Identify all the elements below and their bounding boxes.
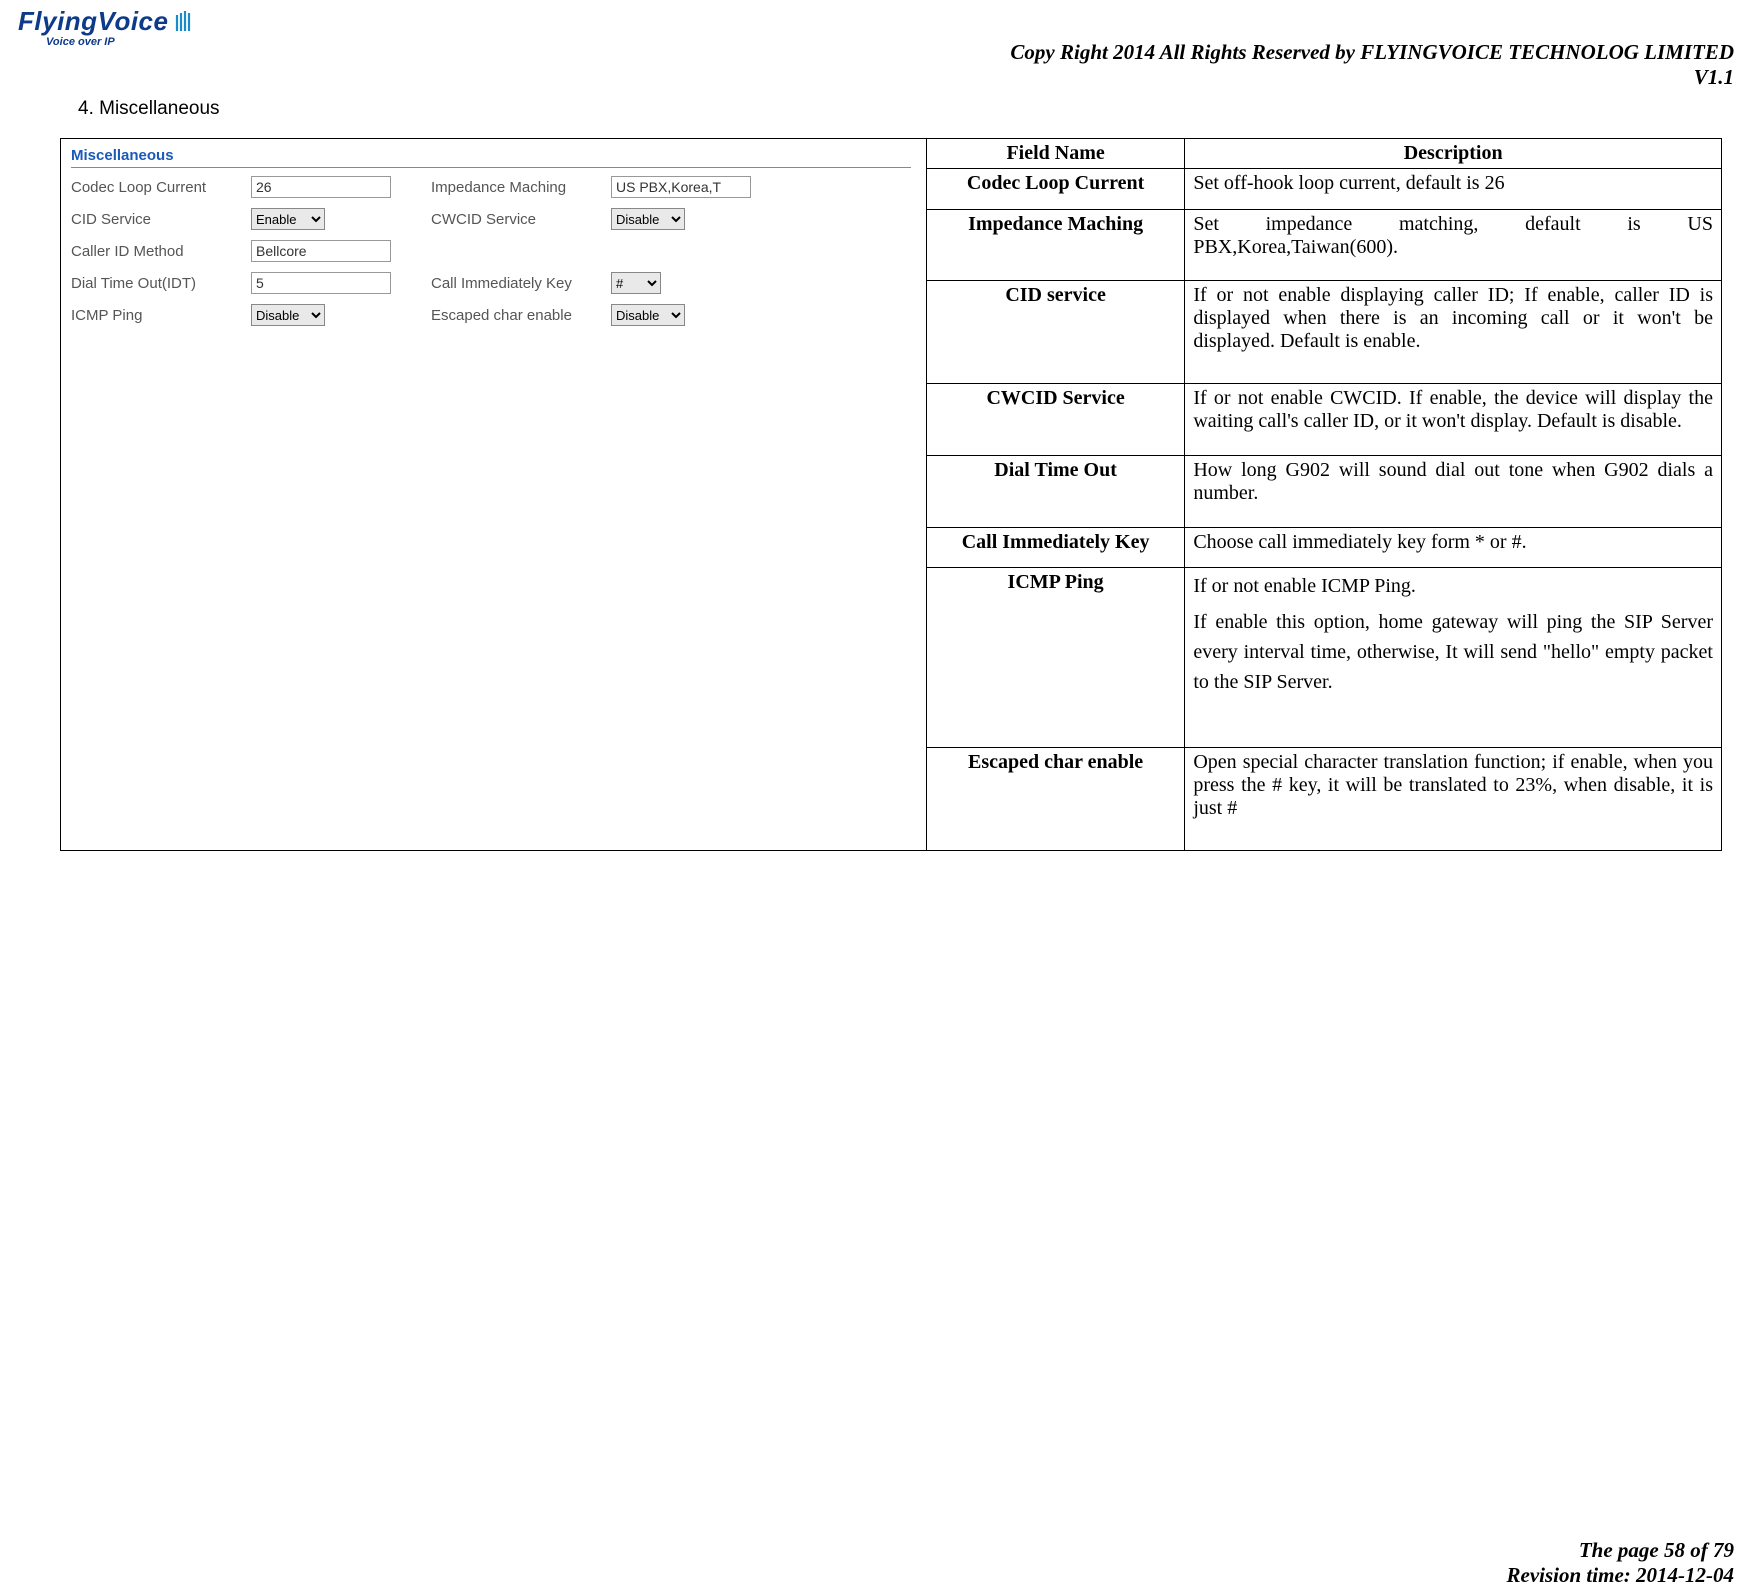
wave-icon: [175, 11, 195, 40]
field-label: ICMP Ping: [71, 307, 251, 324]
table-row: Escaped char enableOpen special characte…: [927, 748, 1722, 851]
description-cell: Choose call immediately key form * or #.: [1185, 527, 1722, 568]
field-name-cell: CWCID Service: [927, 384, 1185, 456]
description-table: Field Name Description Codec Loop Curren…: [927, 138, 1722, 851]
text-input[interactable]: [251, 272, 391, 294]
text-input[interactable]: [611, 176, 751, 198]
th-field: Field Name: [927, 139, 1185, 169]
dropdown[interactable]: Disable: [611, 304, 685, 326]
embedded-screenshot: Miscellaneous Codec Loop Current Impedanc…: [60, 138, 927, 851]
field-name-cell: Call Immediately Key: [927, 527, 1185, 568]
section-heading: 4. Miscellaneous: [78, 98, 1734, 120]
brand-tagline: Voice over IP: [46, 36, 195, 48]
field-name-cell: Codec Loop Current: [927, 169, 1185, 210]
table-row: Codec Loop CurrentSet off-hook loop curr…: [927, 169, 1722, 210]
description-cell: If or not enable displaying caller ID; I…: [1185, 281, 1722, 384]
table-row: ICMP PingIf or not enable ICMP Ping.If e…: [927, 568, 1722, 748]
dropdown[interactable]: Disable: [611, 208, 685, 230]
revision-time: Revision time: 2014-12-04: [1507, 1563, 1734, 1588]
description-cell: How long G902 will sound dial out tone w…: [1185, 455, 1722, 527]
field-label: Escaped char enable: [431, 307, 611, 324]
table-row: CID serviceIf or not enable displaying c…: [927, 281, 1722, 384]
text-input[interactable]: [251, 240, 391, 262]
field-label: Codec Loop Current: [71, 179, 251, 196]
dropdown[interactable]: Disable: [251, 304, 325, 326]
table-row: Impedance MachingSet impedance matching,…: [927, 209, 1722, 281]
panel-title: Miscellaneous: [71, 147, 911, 168]
field-name-cell: Dial Time Out: [927, 455, 1185, 527]
field-name-cell: Escaped char enable: [927, 748, 1185, 851]
field-label: CWCID Service: [431, 211, 611, 228]
brand-logo: FlyingVoice Voice over IP: [18, 6, 195, 48]
field-name-cell: ICMP Ping: [927, 568, 1185, 748]
copyright-text: Copy Right 2014 All Rights Reserved by F…: [1010, 40, 1734, 65]
field-label: Impedance Maching: [431, 179, 611, 196]
description-cell: Set off-hook loop current, default is 26: [1185, 169, 1722, 210]
field-label: Caller ID Method: [71, 243, 251, 260]
description-cell: If or not enable CWCID. If enable, the d…: [1185, 384, 1722, 456]
field-name-cell: CID service: [927, 281, 1185, 384]
text-input[interactable]: [251, 176, 391, 198]
version-text: V1.1: [1010, 65, 1734, 90]
page-number: The page 58 of 79: [1507, 1538, 1734, 1563]
field-label: Dial Time Out(IDT): [71, 275, 251, 292]
table-row: Dial Time OutHow long G902 will sound di…: [927, 455, 1722, 527]
header-right: Copy Right 2014 All Rights Reserved by F…: [1010, 40, 1734, 90]
table-row: Call Immediately KeyChoose call immediat…: [927, 527, 1722, 568]
description-cell: If or not enable ICMP Ping.If enable thi…: [1185, 568, 1722, 748]
description-cell: Set impedance matching, default is US PB…: [1185, 209, 1722, 281]
description-cell: Open special character translation funct…: [1185, 748, 1722, 851]
field-label: CID Service: [71, 211, 251, 228]
field-label: Call Immediately Key: [431, 275, 611, 292]
field-name-cell: Impedance Maching: [927, 209, 1185, 281]
table-row: CWCID ServiceIf or not enable CWCID. If …: [927, 384, 1722, 456]
th-desc: Description: [1185, 139, 1722, 169]
dropdown[interactable]: #: [611, 272, 661, 294]
page-footer: The page 58 of 79 Revision time: 2014-12…: [1507, 1538, 1734, 1588]
dropdown[interactable]: Enable: [251, 208, 325, 230]
